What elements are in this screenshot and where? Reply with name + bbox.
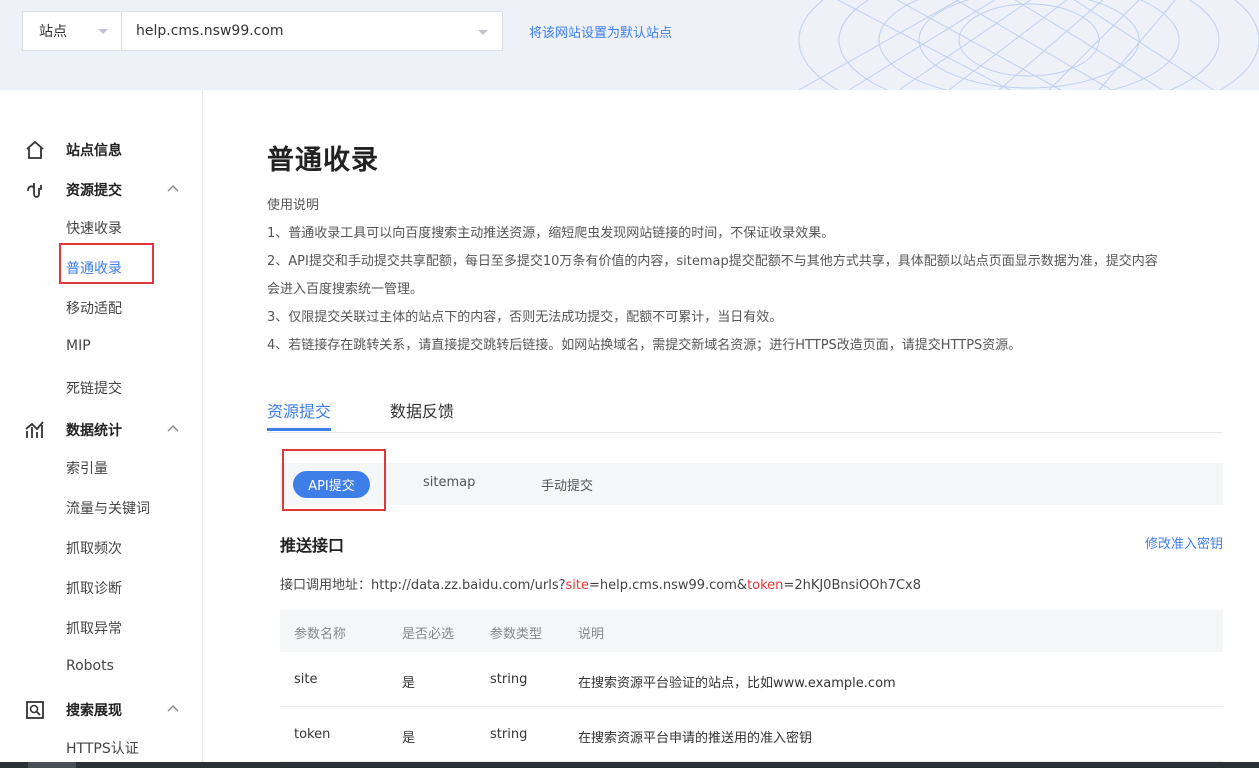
tab-data-feedback[interactable]: 数据反馈 [390, 398, 454, 422]
table-header-cell: 是否必选 [402, 627, 455, 642]
desc-line: 3、仅限提交关联过主体的站点下的内容，否则无法成功提交，配额不可累计，当日有效。 [267, 310, 783, 325]
subtab-sitemap[interactable]: sitemap [423, 475, 475, 490]
table-cell: string [490, 672, 528, 687]
sidebar-group-label: 数据统计 [66, 423, 122, 439]
main-content: 普通收录 使用说明 1、普通收录工具可以向百度搜索主动推送资源，缩短爬虫发现网站… [203, 90, 1259, 762]
subtab-manual-submit[interactable]: 手动提交 [541, 475, 593, 494]
tab-resource-submit[interactable]: 资源提交 [267, 398, 331, 422]
chevron-down-icon [98, 29, 108, 34]
domain-value: help.cms.nsw99.com [136, 23, 284, 39]
edit-token-link[interactable]: 修改准入密钥 [1145, 533, 1223, 552]
sidebar-group-label: 资源提交 [66, 183, 122, 199]
table-header-cell: 参数名称 [294, 627, 347, 642]
sidebar-item-dead-link[interactable]: 死链提交 [66, 378, 122, 398]
api-url-prefix: 接口调用地址：http://data.zz.baidu.com/urls? [280, 578, 566, 593]
desc-line: 1、普通收录工具可以向百度搜索主动推送资源，缩短爬虫发现网站链接的时间，不保证收… [267, 226, 835, 241]
sidebar-item-index-count[interactable]: 索引量 [66, 458, 108, 478]
table-row: site 是 string 在搜索资源平台验证的站点，比如www.example… [280, 652, 1223, 707]
sidebar-item-crawl-frequency[interactable]: 抓取频次 [66, 538, 122, 558]
active-tab-indicator [267, 428, 331, 431]
sidebar-group-data-stats[interactable]: 数据统计 [0, 414, 203, 444]
sidebar-item-robots[interactable]: Robots [66, 658, 114, 674]
home-icon [26, 140, 44, 159]
sidebar-item-https[interactable]: HTTPS认证 [66, 738, 139, 758]
api-url-suffix: =2hKJ0BnsiOOh7Cx8 [783, 578, 922, 593]
usage-description: 使用说明 1、普通收录工具可以向百度搜索主动推送资源，缩短爬虫发现网站链接的时间… [267, 192, 1217, 360]
taskbar-segment [28, 762, 76, 768]
table-cell: site [294, 672, 318, 687]
section-title: 推送接口 [280, 536, 345, 555]
sidebar-item-traffic-keywords[interactable]: 流量与关键词 [66, 498, 150, 518]
api-endpoint: 接口调用地址：http://data.zz.baidu.com/urls?sit… [280, 574, 921, 593]
sidebar-group-search-display[interactable]: 搜索展现 [0, 694, 203, 724]
sidebar-group-label: 站点信息 [66, 143, 122, 159]
sidebar-item-crawl-errors[interactable]: 抓取异常 [66, 618, 122, 638]
domain-select[interactable]: help.cms.nsw99.com [121, 11, 503, 51]
link-icon [27, 183, 42, 198]
sidebar-group-site-info[interactable]: 站点信息 [0, 134, 203, 164]
table-cell: token [294, 727, 331, 742]
sidebar: 站点信息 资源提交 快速收录 普通收录 移动适配 MIP 死链提交 数据统计 索… [0, 90, 203, 762]
table-cell: 是 [402, 676, 416, 691]
globe-decoration [798, 0, 1259, 90]
sidebar-item-mip[interactable]: MIP [66, 338, 91, 354]
desc-line: 使用说明 [267, 198, 320, 213]
table-cell: 在搜索资源平台申请的推送用的准入密钥 [578, 731, 813, 746]
chart-icon [25, 421, 44, 438]
table-header-cell: 参数类型 [490, 627, 543, 642]
chevron-up-icon [167, 185, 179, 192]
chevron-up-icon [167, 425, 179, 432]
submit-method-tabs: API提交 sitemap 手动提交 [280, 463, 1223, 505]
table-row: token 是 string 在搜索资源平台申请的推送用的准入密钥 [280, 707, 1223, 762]
table-header-cell: 说明 [578, 627, 605, 642]
sidebar-item-mobile-adapt[interactable]: 移动适配 [66, 298, 122, 318]
sidebar-group-label: 搜索展现 [66, 703, 122, 719]
sidebar-item-normal-index[interactable]: 普通收录 [66, 258, 122, 278]
desc-line: 4、若链接存在跳转关系，请直接提交跳转后链接。如网站换域名，需提交新域名资源；进… [267, 338, 1022, 353]
chevron-up-icon [167, 705, 179, 712]
main-tabs: 资源提交 数据反馈 [267, 390, 1223, 433]
table-header: 参数名称 是否必选 参数类型 说明 [280, 610, 1223, 652]
page-title: 普通收录 [267, 145, 379, 176]
desc-line: 会进入百度搜索统一管理。 [267, 282, 424, 297]
sidebar-group-resource-submit[interactable]: 资源提交 [0, 174, 203, 204]
sidebar-item-quick-index[interactable]: 快速收录 [66, 218, 122, 238]
search-display-icon [26, 701, 44, 719]
header-band: 站点 help.cms.nsw99.com 将该网站设置为默认站点 [0, 0, 1259, 90]
api-url-mid: =help.cms.nsw99.com& [588, 578, 748, 593]
params-table: 参数名称 是否必选 参数类型 说明 site 是 string 在搜索资源平台验… [280, 610, 1223, 762]
chevron-down-icon [478, 30, 488, 35]
subtab-api-submit[interactable]: API提交 [293, 471, 370, 498]
set-default-site-link[interactable]: 将该网站设置为默认站点 [529, 22, 672, 41]
api-param-token: token [747, 578, 784, 593]
table-cell: 在搜索资源平台验证的站点，比如www.example.com [578, 676, 896, 691]
site-type-label: 站点 [39, 24, 67, 40]
site-type-select[interactable]: 站点 [22, 11, 122, 51]
desc-line: 2、API提交和手动提交共享配额，每日至多提交10万条有价值的内容，sitema… [267, 254, 1158, 269]
table-cell: string [490, 727, 528, 742]
api-param-site: site [565, 578, 589, 593]
sidebar-item-crawl-diagnosis[interactable]: 抓取诊断 [66, 578, 122, 598]
taskbar-strip [0, 762, 1259, 768]
table-cell: 是 [402, 731, 416, 746]
